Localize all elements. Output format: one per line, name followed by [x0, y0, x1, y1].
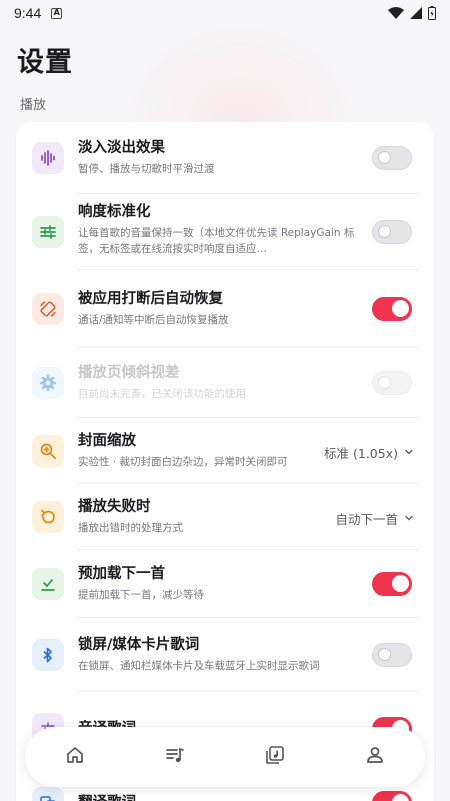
download-check-icon [32, 568, 64, 600]
settings-card: 淡入淡出效果暂停、播放与切歌时平滑过渡响度标准化让每首歌的音量保持一致（本地文件… [16, 122, 434, 801]
setting-subtitle: 通话/通知等中断后自动恢复播放 [78, 314, 229, 326]
rotate-icon [32, 293, 64, 325]
sliders-icon [32, 216, 64, 248]
zoom-icon [32, 435, 64, 467]
toggle-switch[interactable] [372, 146, 412, 170]
nav-person-button[interactable] [355, 737, 395, 777]
page-title: 设置 [17, 47, 73, 78]
setting-title: 封面缩放 [78, 433, 136, 449]
setting-subtitle: 在锁屏、通知栏媒体卡片及车载蓝牙上实时显示歌词 [78, 660, 320, 672]
setting-row-4[interactable]: 封面缩放实验性 · 裁切封面白边杂边，异常时关闭即可 标准 (1.05x) [16, 418, 434, 484]
chevron-down-icon [404, 445, 414, 460]
setting-row-1[interactable]: 响度标准化让每首歌的音量保持一致（本地文件优先读 ReplayGain 标签，无… [16, 194, 434, 270]
gear-icon [32, 367, 64, 399]
setting-title: 预加载下一首 [78, 566, 165, 582]
chevron-down-icon [404, 511, 414, 526]
dropdown-select[interactable]: 自动下一首 [335, 509, 414, 528]
setting-title: 淡入淡出效果 [78, 140, 165, 156]
setting-subtitle: 暂停、播放与切歌时平滑过渡 [78, 163, 215, 175]
bluetooth-icon [32, 639, 64, 671]
waveform-icon [32, 142, 64, 174]
setting-subtitle: 让每首歌的音量保持一致（本地文件优先读 ReplayGain 标签，无标签或在线… [78, 227, 355, 255]
setting-row-3[interactable]: 播放页倾斜视差目前尚未完善，已关闭该功能的使用 [16, 348, 434, 418]
notification-badge-icon: A [51, 7, 63, 19]
status-bar: 9:44 A [0, 0, 450, 26]
setting-row-5[interactable]: 播放失败时播放出错时的处理方式 自动下一首 [16, 484, 434, 550]
person-icon [365, 745, 385, 769]
toggle-switch[interactable] [372, 297, 412, 321]
dropdown-value: 标准 (1.05x) [324, 446, 398, 461]
setting-row-0[interactable]: 淡入淡出效果暂停、播放与切歌时平滑过渡 [16, 122, 434, 194]
toggle-switch[interactable] [372, 572, 412, 596]
status-time: 9:44 [14, 5, 42, 21]
setting-subtitle: 播放出错时的处理方式 [78, 522, 183, 534]
undo-icon [32, 501, 64, 533]
signal-icon [410, 7, 422, 19]
toggle-switch[interactable] [372, 220, 412, 244]
dropdown-select[interactable]: 标准 (1.05x) [324, 443, 414, 462]
setting-row-7[interactable]: 锁屏/媒体卡片歌词在锁屏、通知栏媒体卡片及车载蓝牙上实时显示歌词 [16, 618, 434, 692]
nav-home-button[interactable] [55, 737, 95, 777]
setting-subtitle: 目前尚未完善，已关闭该功能的使用 [78, 388, 246, 400]
nav-playlist-button[interactable] [155, 737, 195, 777]
setting-title: 被应用打断后自动恢复 [78, 291, 223, 307]
setting-subtitle: 实验性 · 裁切封面白边杂边，异常时关闭即可 [78, 456, 288, 468]
setting-title: 播放页倾斜视差 [78, 365, 180, 381]
section-label-playback: 播放 [20, 98, 47, 113]
nav-library-button[interactable] [255, 737, 295, 777]
setting-subtitle: 提前加载下一首，减少等待 [78, 589, 204, 601]
dropdown-value: 自动下一首 [335, 512, 398, 527]
bottom-nav [25, 727, 425, 787]
setting-title: 锁屏/媒体卡片歌词 [78, 637, 200, 653]
home-icon [65, 745, 85, 769]
translate-icon [32, 787, 64, 801]
toggle-switch[interactable] [372, 791, 412, 801]
library-icon [265, 745, 285, 769]
wifi-icon [388, 7, 404, 19]
setting-title: 播放失败时 [78, 499, 151, 515]
toggle-switch[interactable] [372, 643, 412, 667]
status-icons [388, 6, 436, 20]
setting-title: 翻译歌词 [78, 793, 364, 801]
battery-icon [428, 6, 436, 20]
playlist-icon [165, 745, 185, 769]
setting-row-6[interactable]: 预加载下一首提前加载下一首，减少等待 [16, 550, 434, 618]
setting-row-2[interactable]: 被应用打断后自动恢复通话/通知等中断后自动恢复播放 [16, 270, 434, 348]
toggle-switch [372, 371, 412, 395]
setting-title: 响度标准化 [78, 204, 151, 220]
